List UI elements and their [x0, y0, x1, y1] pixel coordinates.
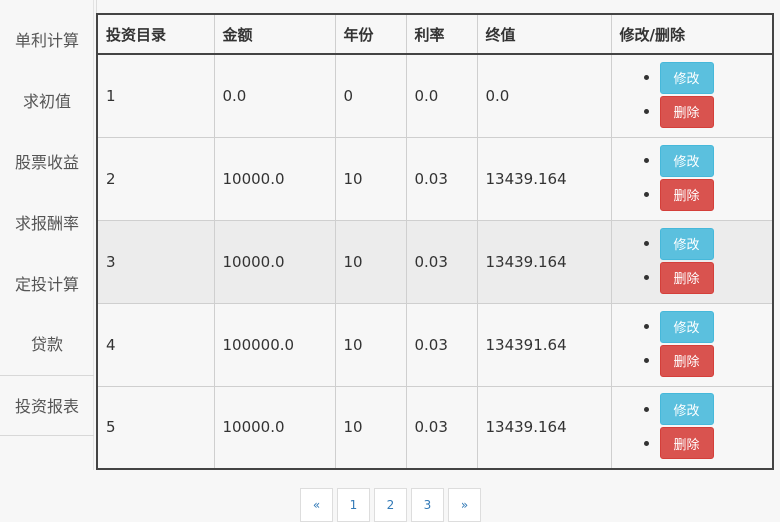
- column-header: 利率: [405, 13, 478, 55]
- sidebar-item-label: 股票收益: [14, 153, 79, 172]
- sidebar-item-label: 贷款: [30, 335, 63, 354]
- edit-button[interactable]: 修改: [659, 393, 714, 426]
- table-row: 4 100000.0 10 0.03 134391.64 修改 删除: [96, 302, 774, 387]
- sidebar-item-simple-interest[interactable]: 单利计算: [0, 9, 94, 69]
- cell-final-value: 13439.164: [476, 385, 612, 470]
- delete-button[interactable]: 删除: [659, 261, 714, 294]
- table-header-row: 投资目录 金额 年份 利率 终值 修改/删除: [96, 13, 774, 55]
- table-row: 2 10000.0 10 0.03 13439.164 修改 删除: [96, 136, 774, 221]
- cell-years: 10: [334, 302, 407, 387]
- cell-actions: 修改 删除: [610, 302, 774, 387]
- cell-id: 4: [96, 302, 215, 387]
- cell-id: 5: [96, 385, 215, 470]
- sidebar-item-label: 定投计算: [14, 275, 79, 294]
- cell-amount: 100000.0: [213, 302, 336, 387]
- edit-button[interactable]: 修改: [659, 61, 714, 94]
- delete-button[interactable]: 删除: [659, 95, 714, 128]
- cell-final-value: 134391.64: [476, 302, 612, 387]
- pagination-page-2[interactable]: 2: [374, 488, 407, 522]
- sidebar-item-label: 投资报表: [14, 397, 79, 416]
- table-row: 1 0.0 0 0.0 0.0 修改 删除: [96, 53, 774, 138]
- cell-id: 1: [96, 53, 215, 138]
- cell-actions: 修改 删除: [610, 136, 774, 221]
- sidebar-item-label: 求初值: [22, 92, 71, 111]
- pagination-page-1[interactable]: 1: [337, 488, 370, 522]
- pagination-prev-button[interactable]: «: [300, 488, 333, 522]
- column-header: 投资目录: [96, 13, 215, 55]
- sidebar-item-fixed-investment[interactable]: 定投计算: [0, 253, 94, 313]
- table-row: 5 10000.0 10 0.03 13439.164 修改 删除: [96, 385, 774, 470]
- column-header: 修改/删除: [610, 13, 774, 55]
- cell-rate: 0.03: [405, 219, 478, 304]
- edit-button[interactable]: 修改: [659, 310, 714, 343]
- cell-rate: 0.03: [405, 385, 478, 470]
- cell-rate: 0.03: [405, 136, 478, 221]
- header-strip: [96, 0, 780, 14]
- cell-final-value: 0.0: [476, 53, 612, 138]
- column-header: 金额: [213, 13, 336, 55]
- sidebar-divider: [0, 435, 94, 436]
- cell-final-value: 13439.164: [476, 136, 612, 221]
- sidebar-item-loan[interactable]: 贷款: [0, 313, 94, 373]
- cell-years: 0: [334, 53, 407, 138]
- delete-button[interactable]: 删除: [659, 178, 714, 211]
- cell-amount: 10000.0: [213, 385, 336, 470]
- cell-rate: 0.03: [405, 302, 478, 387]
- cell-actions: 修改 删除: [610, 219, 774, 304]
- edit-button[interactable]: 修改: [659, 144, 714, 177]
- sidebar-item-label: 求报酬率: [14, 214, 79, 233]
- sidebar-item-initial-value[interactable]: 求初值: [0, 70, 94, 130]
- investment-table: 投资目录 金额 年份 利率 终值 修改/删除 1 0.0 0 0.0 0.0 修…: [96, 13, 774, 470]
- cell-amount: 10000.0: [213, 136, 336, 221]
- delete-button[interactable]: 删除: [659, 344, 714, 377]
- cell-amount: 0.0: [213, 53, 336, 138]
- cell-actions: 修改 删除: [610, 53, 774, 138]
- pagination-page-3[interactable]: 3: [411, 488, 444, 522]
- cell-years: 10: [334, 385, 407, 470]
- sidebar-item-label: 单利计算: [14, 31, 79, 50]
- cell-years: 10: [334, 136, 407, 221]
- delete-button[interactable]: 删除: [659, 427, 714, 460]
- table-row: 3 10000.0 10 0.03 13439.164 修改 删除: [96, 219, 774, 304]
- column-header: 年份: [334, 13, 407, 55]
- pagination-next-button[interactable]: »: [448, 488, 481, 522]
- sidebar-item-rate-of-return[interactable]: 求报酬率: [0, 192, 94, 252]
- sidebar-item-stock-returns[interactable]: 股票收益: [0, 131, 94, 191]
- column-header: 终值: [476, 13, 612, 55]
- pagination: « 1 2 3 »: [300, 488, 485, 522]
- cell-id: 3: [96, 219, 215, 304]
- cell-rate: 0.0: [405, 53, 478, 138]
- cell-actions: 修改 删除: [610, 385, 774, 470]
- cell-years: 10: [334, 219, 407, 304]
- sidebar: 单利计算 求初值 股票收益 求报酬率 定投计算 贷款 投资报表: [0, 0, 94, 470]
- sidebar-item-investment-report[interactable]: 投资报表: [0, 375, 94, 435]
- cell-id: 2: [96, 136, 215, 221]
- cell-amount: 10000.0: [213, 219, 336, 304]
- cell-final-value: 13439.164: [476, 219, 612, 304]
- edit-button[interactable]: 修改: [659, 227, 714, 260]
